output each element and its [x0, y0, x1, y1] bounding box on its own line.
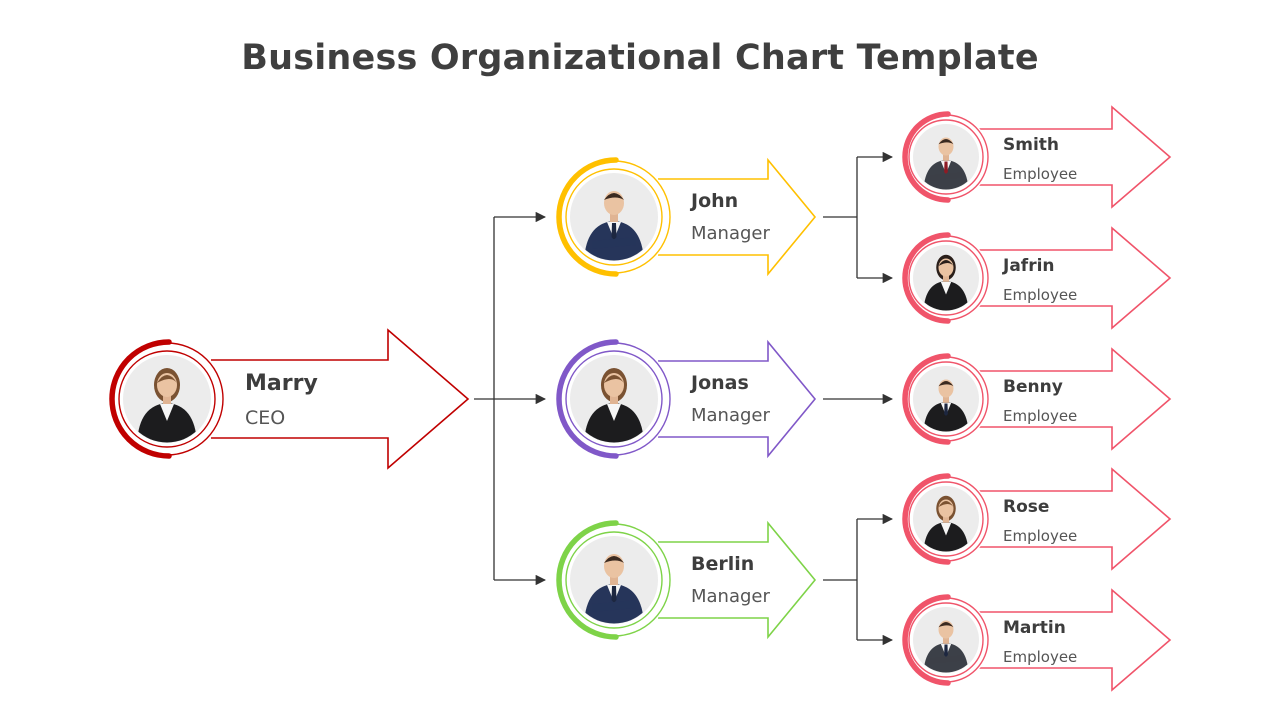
arrow-shape	[658, 520, 817, 640]
arrow-shape	[211, 328, 470, 470]
org-node-berlin[interactable]: Berlin Manager	[556, 520, 817, 640]
person-role: Employee	[1003, 286, 1077, 304]
org-chart: Marry CEO John Manager Jonas Manager Berlin Man…	[109, 105, 1172, 692]
org-node-smith[interactable]: Smith Employee	[902, 105, 1172, 209]
org-node-jonas[interactable]: Jonas Manager	[556, 339, 817, 459]
person-role: Employee	[1003, 407, 1077, 425]
arrow-shape	[979, 347, 1172, 451]
arrow-shape	[658, 339, 817, 459]
person-role: CEO	[245, 407, 285, 429]
avatar	[913, 607, 979, 673]
person-name: Martin	[1003, 618, 1066, 638]
avatar	[913, 245, 979, 311]
avatar	[913, 366, 979, 432]
person-name: Rose	[1003, 497, 1049, 517]
avatar	[570, 536, 658, 624]
person-name: Berlin	[691, 553, 754, 575]
arrow-shape	[979, 467, 1172, 571]
avatar	[570, 355, 658, 443]
person-role: Employee	[1003, 527, 1077, 545]
person-role: Employee	[1003, 648, 1077, 666]
person-name: Jonas	[689, 372, 749, 394]
person-name: Benny	[1003, 377, 1063, 397]
person-name: Marry	[245, 371, 318, 396]
org-node-marry[interactable]: Marry CEO	[109, 328, 470, 470]
arrow-shape	[979, 226, 1172, 330]
person-role: Manager	[691, 586, 770, 607]
person-role: Employee	[1003, 165, 1077, 183]
person-name: Jafrin	[1002, 256, 1055, 276]
avatar	[913, 486, 979, 552]
org-node-jafrin[interactable]: Jafrin Employee	[902, 226, 1172, 330]
arrow-shape	[658, 157, 817, 277]
person-name: John	[689, 190, 738, 212]
arrow-shape	[979, 105, 1172, 209]
person-name: Smith	[1003, 135, 1059, 155]
org-node-john[interactable]: John Manager	[556, 157, 817, 277]
nodes: Marry CEO John Manager Jonas Manager Berlin Man…	[109, 105, 1172, 692]
org-node-rose[interactable]: Rose Employee	[902, 467, 1172, 571]
avatar	[123, 355, 211, 443]
org-node-benny[interactable]: Benny Employee	[902, 347, 1172, 451]
org-node-martin[interactable]: Martin Employee	[902, 588, 1172, 692]
avatar	[570, 173, 658, 261]
avatar	[913, 124, 979, 190]
arrow-shape	[979, 588, 1172, 692]
person-role: Manager	[691, 405, 770, 426]
person-role: Manager	[691, 223, 770, 244]
